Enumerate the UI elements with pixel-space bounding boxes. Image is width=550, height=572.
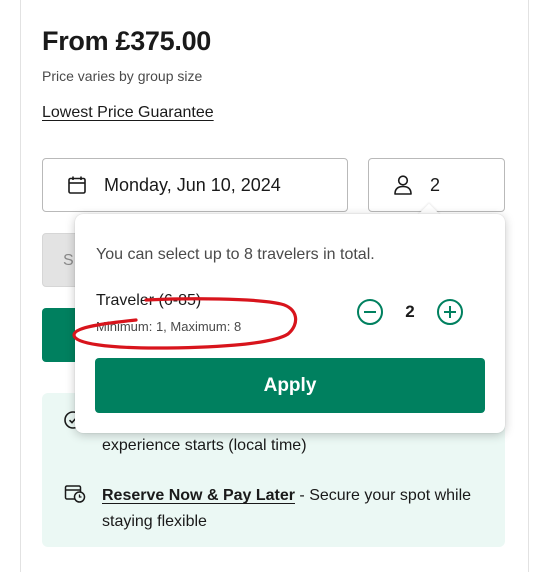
reserve-now-link[interactable]: Reserve Now & Pay Later [102, 487, 295, 504]
traveler-selector[interactable]: 2 [368, 158, 505, 212]
price-note: Price varies by group size [42, 68, 203, 84]
person-icon [394, 175, 412, 195]
popup-info-text: You can select up to 8 travelers in tota… [96, 246, 375, 263]
traveler-category-label: Traveler (6-85) [96, 292, 202, 309]
traveler-count: 2 [430, 174, 441, 195]
popup-traveler-count: 2 [405, 302, 415, 321]
lowest-price-guarantee-link[interactable]: Lowest Price Guarantee [42, 104, 214, 122]
selected-date: Monday, Jun 10, 2024 [104, 174, 281, 195]
price-title: From £375.00 [42, 26, 211, 56]
cancellation-text: experience starts (local time) [102, 437, 307, 454]
increase-travelers-button[interactable] [437, 299, 463, 325]
apply-button[interactable]: Apply [95, 358, 485, 413]
calendar-clock-icon [64, 485, 86, 503]
traveler-limits: Minimum: 1, Maximum: 8 [96, 319, 242, 334]
calendar-icon [68, 176, 86, 194]
reserve-now-text: Reserve Now & Pay Later - Secure your sp… [102, 483, 492, 535]
decrease-travelers-button[interactable] [357, 299, 383, 325]
date-picker[interactable]: Monday, Jun 10, 2024 [42, 158, 348, 212]
